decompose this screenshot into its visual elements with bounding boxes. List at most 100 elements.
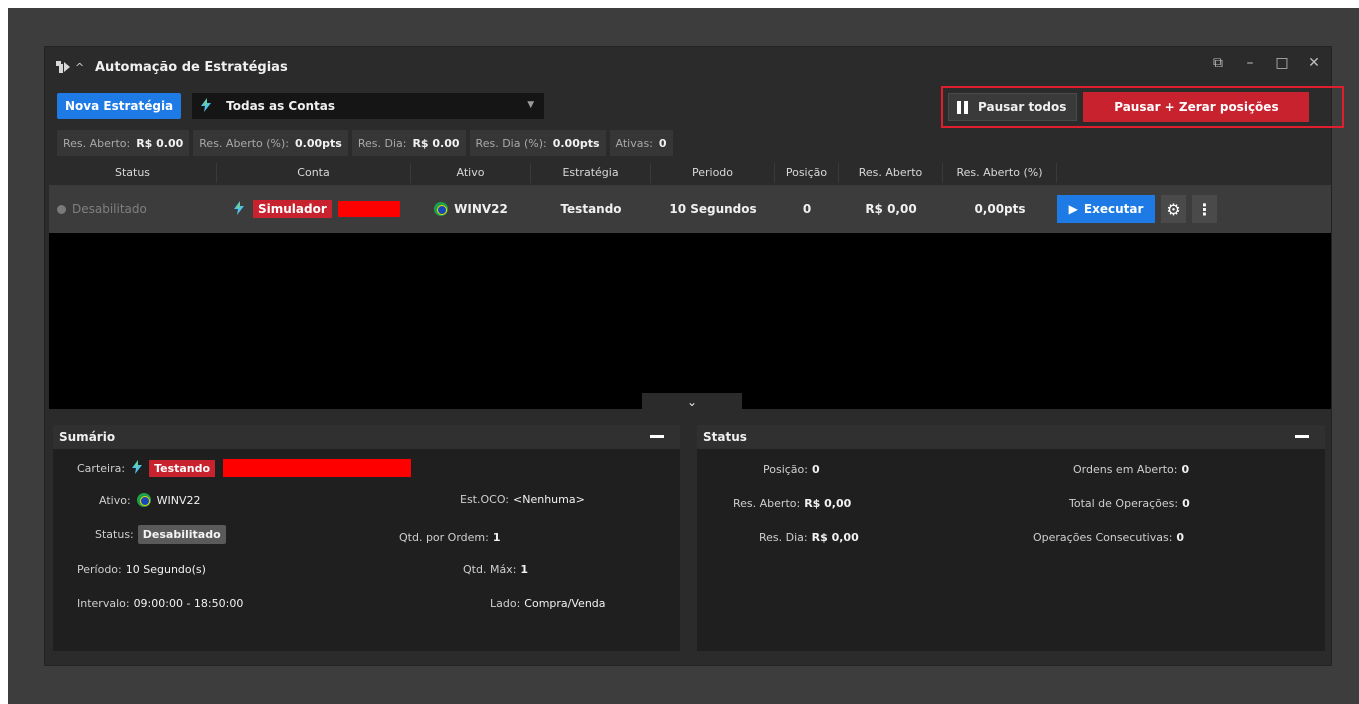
metric-value: 0.00pts xyxy=(295,136,342,150)
window-title: Automação de Estratégias xyxy=(95,59,288,75)
metric-value: 0 xyxy=(658,136,667,150)
row-status: Desabilitado xyxy=(49,202,217,216)
column-ativo[interactable]: Ativo xyxy=(411,163,531,183)
row-ativo: WINV22 xyxy=(411,202,531,216)
oco-field: Est.OCO: <Nenhuma> xyxy=(460,493,585,506)
row-ativo-text: WINV22 xyxy=(454,202,508,216)
lightning-icon xyxy=(198,97,214,116)
qtd-max-field: Qtd. Máx: 1 xyxy=(463,563,528,576)
carteira-field: Carteira: Testando xyxy=(77,457,412,479)
posicao-field: Posição: 0 xyxy=(763,463,820,476)
collapse-summary-icon[interactable] xyxy=(650,435,664,438)
row-estrategia: Testando xyxy=(560,202,622,216)
periodo-label: Período: xyxy=(77,563,122,576)
metric-label: Ativas: xyxy=(615,136,653,150)
res-aberto-field: Res. Aberto: R$ 0,00 xyxy=(733,497,851,510)
posicao-value: 0 xyxy=(811,463,820,476)
ordens-value: 0 xyxy=(1181,463,1190,476)
table-header: Status Conta Ativo Estratégia Periodo Po… xyxy=(49,163,1331,183)
redacted-block xyxy=(337,201,400,217)
app-logo-icon xyxy=(53,58,73,76)
collapse-caret-icon[interactable]: ^ xyxy=(75,61,89,74)
metric-res-dia: Res. Dia: R$ 0.00 xyxy=(351,130,466,156)
oco-label: Est.OCO: xyxy=(460,493,510,506)
row-conta: Simulador xyxy=(217,200,411,219)
column-estrategia[interactable]: Estratégia xyxy=(531,163,651,183)
ativo-label: Ativo: xyxy=(99,493,131,507)
ativo-field: Ativo: WINV22 xyxy=(99,493,201,507)
collapse-status-icon[interactable] xyxy=(1295,435,1309,438)
more-options-icon[interactable]: ⋮ xyxy=(1192,195,1217,223)
carteira-value: Testando xyxy=(149,459,216,477)
lightning-icon xyxy=(231,200,247,219)
status-field: Status: Desabilitado xyxy=(95,525,226,544)
res-aberto-label: Res. Aberto: xyxy=(733,497,801,510)
operacoes-consecutivas-field: Operações Consecutivas: 0 xyxy=(1033,531,1184,544)
pause-zero-positions-button[interactable]: Pausar + Zerar posições xyxy=(1083,92,1310,122)
total-operacoes-value: 0 xyxy=(1182,497,1190,510)
popout-icon[interactable]: ⧉ xyxy=(1211,55,1225,71)
status-dot-icon xyxy=(57,204,66,214)
qtd-max-label: Qtd. Máx: xyxy=(463,563,517,576)
res-dia-value: R$ 0,00 xyxy=(811,531,859,544)
summary-panel: Sumário Carteira: Testando Ativo: WINV22 xyxy=(53,425,680,651)
brazil-flag-icon xyxy=(434,202,449,216)
ordens-label: Ordens em Aberto: xyxy=(1073,463,1178,476)
status-panel: Status Posição: 0 Res. Aberto: R$ 0,00 R… xyxy=(697,425,1325,651)
status-panel-header: Status xyxy=(697,425,1325,449)
lado-field: Lado: Compra/Venda xyxy=(490,597,606,610)
expand-panel-chevron-icon[interactable]: ⌄ xyxy=(642,393,742,411)
account-selector-value: Todas as Contas xyxy=(226,99,335,113)
pause-all-button[interactable]: Pausar todos xyxy=(948,93,1078,121)
minimize-icon[interactable]: – xyxy=(1243,55,1257,71)
pause-all-label: Pausar todos xyxy=(978,100,1067,114)
execute-label: Executar xyxy=(1083,202,1144,216)
account-selector[interactable]: Todas as Contas ▼ xyxy=(192,93,545,119)
metrics-bar: Res. Aberto: R$ 0.00 Res. Aberto (%): 0.00… xyxy=(57,130,673,156)
title-bar: ^ Automação de Estratégias ⧉ – □ ✕ xyxy=(45,47,1331,87)
settings-gear-icon[interactable]: ⚙ xyxy=(1161,195,1187,223)
operacoes-consecutivas-label: Operações Consecutivas: xyxy=(1033,531,1173,544)
res-dia-field: Res. Dia: R$ 0,00 xyxy=(759,531,859,544)
res-aberto-value: R$ 0,00 xyxy=(804,497,852,510)
row-res-aberto: R$ 0,00 xyxy=(865,202,917,216)
metric-label: Res. Aberto (%): xyxy=(199,136,289,150)
intervalo-value: 09:00:00 - 18:50:00 xyxy=(133,597,244,610)
new-strategy-button[interactable]: Nova Estratégia xyxy=(57,93,182,119)
maximize-icon[interactable]: □ xyxy=(1275,55,1289,71)
lightning-icon xyxy=(129,459,145,478)
res-dia-label: Res. Dia: xyxy=(759,531,808,544)
metric-res-aberto-pct: Res. Aberto (%): 0.00pts xyxy=(193,130,348,156)
metric-value: R$ 0.00 xyxy=(412,136,460,150)
execute-button[interactable]: ▶ Executar xyxy=(1056,195,1156,223)
qtd-ordem-label: Qtd. por Ordem: xyxy=(399,531,489,544)
qtd-max-value: 1 xyxy=(520,563,529,576)
table-row[interactable]: Desabilitado Simulador WINV22 Testando 1… xyxy=(49,185,1331,233)
account-tag: Simulador xyxy=(253,200,332,218)
metric-value: R$ 0.00 xyxy=(136,136,184,150)
status-badge: Desabilitado xyxy=(137,525,226,544)
column-posicao[interactable]: Posição xyxy=(775,163,839,183)
row-periodo: 10 Segundos xyxy=(669,202,757,216)
periodo-value: 10 Segundo(s) xyxy=(125,563,206,576)
column-res-aberto[interactable]: Res. Aberto xyxy=(839,163,943,183)
play-icon: ▶ xyxy=(1068,202,1078,216)
column-status[interactable]: Status xyxy=(49,163,217,183)
metric-ativas: Ativas: 0 xyxy=(609,130,673,156)
total-operacoes-label: Total de Operações: xyxy=(1069,497,1179,510)
column-res-aberto-pct[interactable]: Res. Aberto (%) xyxy=(943,163,1057,183)
status-title: Status xyxy=(703,430,747,444)
column-conta[interactable]: Conta xyxy=(217,163,411,183)
row-res-aberto-pct: 0,00pts xyxy=(974,202,1026,216)
column-periodo[interactable]: Periodo xyxy=(651,163,775,183)
intervalo-field: Intervalo: 09:00:00 - 18:50:00 xyxy=(77,597,243,610)
lado-label: Lado: xyxy=(490,597,521,610)
row-actions: ▶ Executar ⚙ ⋮ xyxy=(1056,195,1217,223)
posicao-label: Posição: xyxy=(763,463,808,476)
brazil-flag-icon xyxy=(136,493,151,507)
table-empty-area xyxy=(49,233,1331,409)
toolbar: Nova Estratégia Todas as Contas ▼ Pausar… xyxy=(57,86,1344,128)
periodo-field: Período: 10 Segundo(s) xyxy=(77,563,206,576)
operacoes-consecutivas-value: 0 xyxy=(1176,531,1185,544)
close-icon[interactable]: ✕ xyxy=(1307,55,1321,71)
